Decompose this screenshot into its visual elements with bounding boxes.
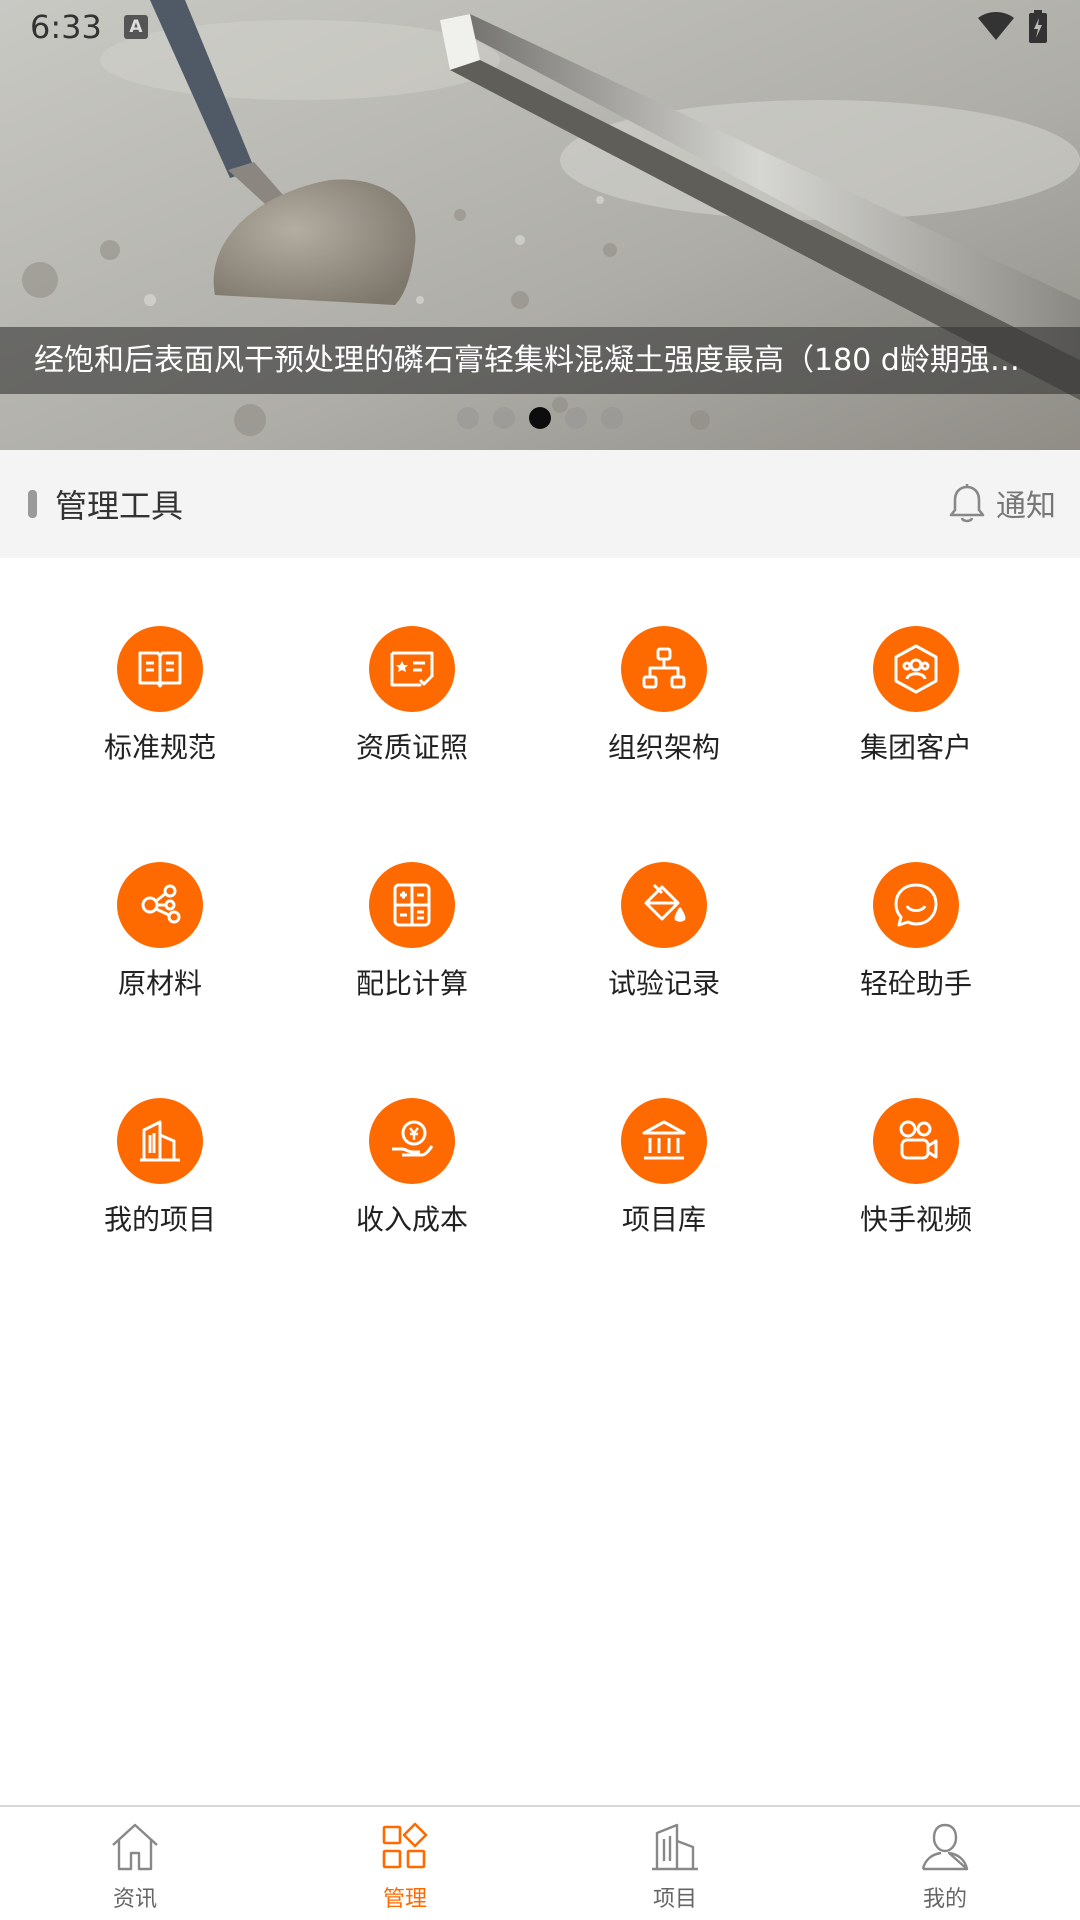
tool-label: 配比计算 — [355, 967, 468, 1000]
tool-mix-calculation[interactable]: 配比计算 — [286, 794, 538, 1030]
nav-item-projects[interactable]: 项目 — [540, 1807, 810, 1920]
banner-caption-bar: 经饱和后表面风干预处理的磷石膏轻集料混凝土强度最高（180 d龄期强… — [0, 327, 1080, 394]
notification-label: 通知 — [996, 489, 1056, 524]
tool-label: 试验记录 — [607, 967, 720, 1000]
video-camera-icon — [873, 1098, 959, 1184]
carousel-dot[interactable] — [565, 407, 587, 429]
building-icon — [652, 1823, 698, 1871]
book-icon — [117, 626, 203, 712]
tool-income-cost[interactable]: 收入成本 — [286, 1030, 538, 1266]
tool-assistant[interactable]: 轻砼助手 — [790, 794, 1042, 1030]
nav-label: 我的 — [922, 1887, 967, 1912]
tool-label: 项目库 — [621, 1203, 706, 1236]
app-root: 6:33 A 经饱和后表面风干预处理的磷石膏轻集料混凝土强度最高（180 d龄期… — [0, 0, 1080, 1920]
banner-carousel[interactable]: 6:33 A 经饱和后表面风干预处理的磷石膏轻集料混凝土强度最高（180 d龄期… — [0, 0, 1080, 450]
nav-item-manage[interactable]: 管理 — [270, 1807, 540, 1920]
tool-label: 组织架构 — [607, 731, 720, 764]
section-header: 管理工具 通知 — [0, 450, 1080, 558]
tool-org-structure[interactable]: 组织架构 — [538, 558, 790, 794]
bank-icon — [621, 1098, 707, 1184]
nav-label: 资讯 — [112, 1887, 157, 1912]
carousel-dot[interactable] — [601, 407, 623, 429]
tool-label: 我的项目 — [103, 1203, 216, 1236]
tool-group-clients[interactable]: 集团客户 — [790, 558, 1042, 794]
tool-label: 收入成本 — [355, 1203, 468, 1236]
tool-label: 标准规范 — [103, 731, 216, 764]
person-icon — [921, 1823, 969, 1871]
status-bar: 6:33 A — [0, 0, 1080, 56]
tool-label: 原材料 — [117, 967, 202, 1000]
tool-certificates[interactable]: 资质证照 — [286, 558, 538, 794]
calculator-icon — [369, 862, 455, 948]
tool-label: 集团客户 — [859, 731, 972, 764]
status-notification-icon: A — [124, 15, 148, 39]
notification-button[interactable]: 通知 — [948, 478, 1056, 528]
tool-test-records[interactable]: 试验记录 — [538, 794, 790, 1030]
org-chart-icon — [621, 626, 707, 712]
bottom-nav: 资讯 管理 项目 我的 — [0, 1805, 1080, 1920]
nav-label: 项目 — [652, 1887, 697, 1912]
home-icon — [112, 1823, 158, 1871]
tool-raw-materials[interactable]: 原材料 — [34, 794, 286, 1030]
carousel-dot[interactable] — [457, 407, 479, 429]
tool-label: 快手视频 — [859, 1203, 972, 1236]
tool-grid: 标准规范 资质证照 组织架构 集团客户 原材料 配比计算 试验记录 轻砼助手 我… — [0, 558, 1080, 1266]
tool-my-projects[interactable]: 我的项目 — [34, 1030, 286, 1266]
tool-project-library[interactable]: 项目库 — [538, 1030, 790, 1266]
tool-kuaishou-video[interactable]: 快手视频 — [790, 1030, 1042, 1266]
certificate-icon — [369, 626, 455, 712]
carousel-dot[interactable] — [493, 407, 515, 429]
paint-bucket-icon — [621, 862, 707, 948]
nav-item-mine[interactable]: 我的 — [810, 1807, 1080, 1920]
section-title: 管理工具 — [55, 487, 184, 525]
tool-standards[interactable]: 标准规范 — [34, 558, 286, 794]
section-marker — [28, 490, 37, 518]
carousel-indicator — [0, 407, 1080, 429]
bell-icon — [949, 484, 985, 523]
battery-icon — [1029, 10, 1047, 43]
tool-label: 轻砼助手 — [859, 967, 972, 1000]
tool-label: 资质证照 — [355, 731, 468, 764]
group-clients-icon — [873, 626, 959, 712]
nav-label: 管理 — [382, 1887, 427, 1912]
raw-material-icon — [117, 862, 203, 948]
chat-smile-icon — [873, 862, 959, 948]
coin-hand-icon — [369, 1098, 455, 1184]
grid-icon — [382, 1822, 428, 1869]
wifi-icon — [978, 12, 1014, 40]
banner-caption: 经饱和后表面风干预处理的磷石膏轻集料混凝土强度最高（180 d龄期强… — [34, 343, 1020, 378]
building-icon — [117, 1098, 203, 1184]
status-time: 6:33 — [30, 8, 102, 46]
nav-item-news[interactable]: 资讯 — [0, 1807, 270, 1920]
carousel-dot-active[interactable] — [529, 407, 551, 429]
